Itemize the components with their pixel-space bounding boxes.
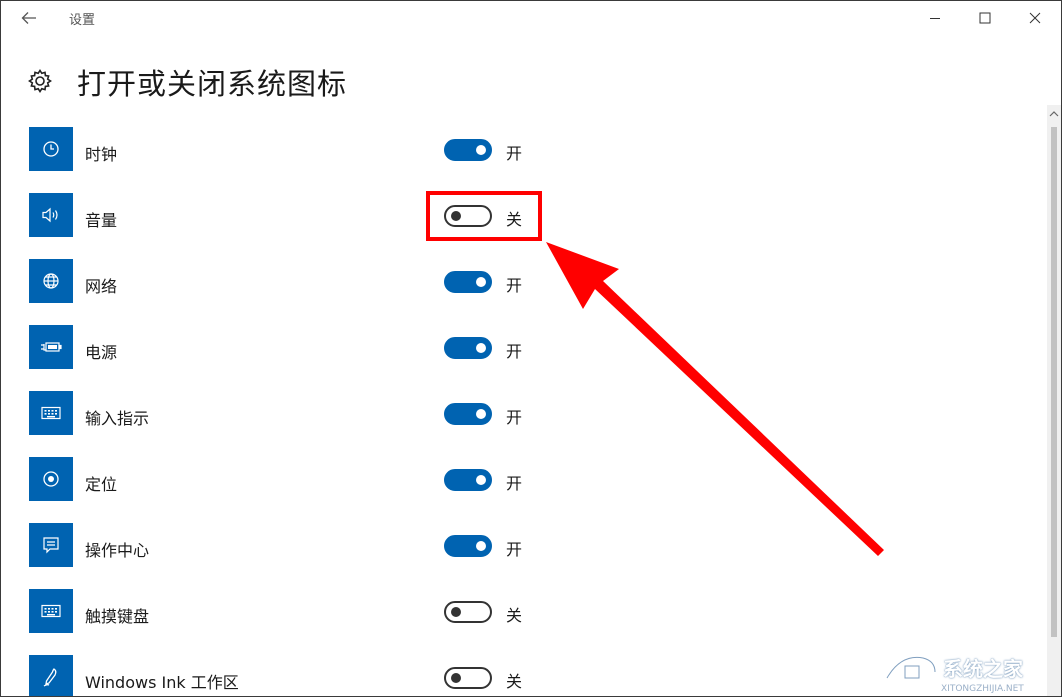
item-label: 网络 — [85, 277, 118, 296]
item-tile — [29, 127, 73, 171]
maximize-icon — [979, 12, 991, 24]
toggle-state-label: 开 — [506, 540, 523, 559]
toggle-knob — [451, 673, 461, 683]
item-tile — [29, 589, 73, 633]
item-tile — [29, 325, 73, 369]
toggle-knob — [476, 409, 486, 419]
scrollbar-thumb[interactable] — [1051, 127, 1057, 637]
clock-icon — [43, 141, 59, 157]
house-logo-icon — [885, 655, 937, 679]
item-tile — [29, 259, 73, 303]
toggle-state-label: 开 — [506, 408, 523, 427]
toggle-switch[interactable] — [444, 601, 492, 623]
item-label: 定位 — [85, 475, 118, 494]
vertical-scrollbar[interactable] — [1047, 105, 1061, 696]
title-bar: 设置 — [1, 1, 1061, 35]
toggle-switch[interactable] — [444, 667, 492, 689]
item-tile — [29, 523, 73, 567]
toggle-switch[interactable] — [444, 535, 492, 557]
toggle-state-label: 开 — [506, 342, 523, 361]
minimize-icon — [930, 18, 940, 19]
toggle-switch[interactable] — [444, 403, 492, 425]
window-title: 设置 — [69, 13, 96, 28]
item-label: 时钟 — [85, 145, 118, 164]
page-title: 打开或关闭系统图标 — [77, 67, 348, 101]
action-center-icon — [43, 537, 59, 554]
scroll-up-arrow-icon[interactable] — [1049, 109, 1059, 119]
location-target-icon — [43, 471, 59, 487]
item-label: 操作中心 — [85, 541, 150, 560]
watermark-logo: 系统之家 — [883, 652, 1023, 682]
item-tile — [29, 457, 73, 501]
back-arrow-icon — [21, 12, 36, 24]
toggle-switch[interactable] — [444, 337, 492, 359]
item-label: 电源 — [85, 343, 118, 362]
item-label: Windows Ink 工作区 — [85, 673, 239, 692]
item-label: 输入指示 — [85, 409, 150, 428]
back-button[interactable] — [15, 7, 43, 29]
toggle-switch[interactable] — [444, 271, 492, 293]
battery-plug-icon — [41, 342, 62, 352]
toggle-knob — [476, 277, 486, 287]
pen-icon — [43, 668, 57, 687]
minimize-button[interactable] — [915, 5, 955, 31]
settings-window: 设置 打开或关闭系统图标 时钟 开 音量 关 网络 开 电源 开 输入指示 开 … — [0, 0, 1062, 697]
maximize-button[interactable] — [965, 5, 1005, 31]
toggle-switch[interactable] — [444, 139, 492, 161]
globe-icon — [43, 273, 59, 289]
gear-icon — [28, 69, 52, 93]
volume-icon — [42, 207, 58, 223]
toggle-state-label: 开 — [506, 276, 523, 295]
toggle-state-label: 关 — [506, 672, 523, 691]
item-tile — [29, 655, 73, 696]
watermark-text: 系统之家 — [943, 656, 1023, 681]
toggle-state-label: 开 — [506, 474, 523, 493]
toggle-knob — [476, 475, 486, 485]
toggle-state-label: 开 — [506, 144, 523, 163]
toggle-knob — [451, 607, 461, 617]
keyboard-icon — [41, 406, 61, 420]
toggle-knob — [476, 343, 486, 353]
keyboard-icon — [41, 604, 61, 618]
close-icon — [1029, 12, 1041, 24]
list-item: 触摸键盘 关 — [1, 581, 1041, 647]
item-tile — [29, 193, 73, 237]
toggle-knob — [476, 145, 486, 155]
list-item: 时钟 开 — [1, 119, 1041, 185]
toggle-knob — [476, 541, 486, 551]
item-label: 音量 — [85, 211, 118, 230]
annotation-highlight-box — [426, 191, 542, 241]
item-label: 触摸键盘 — [85, 607, 150, 626]
watermark-subtext: XITONGZHIJIA.NET — [941, 684, 1024, 694]
item-tile — [29, 391, 73, 435]
toggle-switch[interactable] — [444, 469, 492, 491]
close-button[interactable] — [1015, 5, 1055, 31]
toggle-state-label: 关 — [506, 606, 523, 625]
annotation-arrow — [546, 242, 884, 556]
